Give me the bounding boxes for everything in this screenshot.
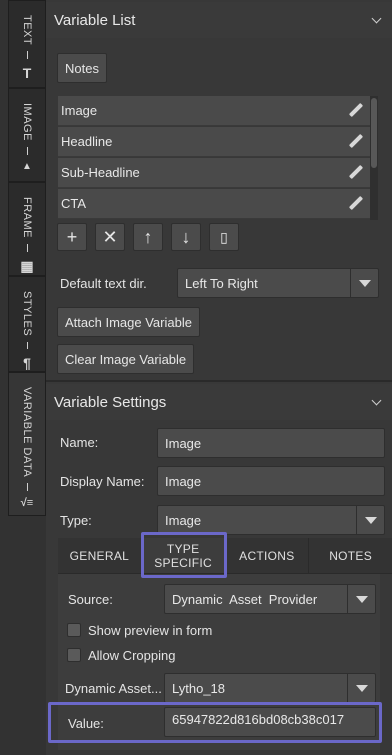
list-item[interactable]: CTA [58,189,370,219]
tab-notes[interactable]: NOTES [309,538,392,573]
dynamic-asset-select[interactable]: Lytho_18 [164,673,376,703]
frame-grid-icon: ▦ [20,258,34,274]
chevron-down-icon[interactable] [350,269,378,297]
variable-settings-header[interactable]: Variable Settings [46,384,392,420]
tab-frame[interactable]: FRAME ▦ [8,182,46,276]
type-label: Type: [60,513,92,528]
variable-list: Image Headline Sub-Headline CTA [58,96,370,220]
list-scrollbar[interactable] [370,96,378,220]
clear-image-variable-button[interactable]: Clear Image Variable [57,344,195,374]
list-item[interactable]: Image [58,96,370,126]
allow-cropping-checkbox[interactable] [67,648,81,662]
add-icon[interactable]: + [57,223,87,251]
text-icon: T [22,65,32,82]
vertical-tab-strip: TEXT T IMAGE ▲ FRAME ▦ STYLES ¶ VARIABLE… [8,0,46,755]
source-label: Source: [68,592,113,607]
delete-icon[interactable]: ✕ [95,223,125,251]
attach-image-variable-button[interactable]: Attach Image Variable [57,307,200,337]
value-field[interactable]: 65947822d816bd08cb38c017 [164,707,376,737]
tab-text[interactable]: TEXT T [8,0,46,88]
tab-type-specific[interactable]: TYPE SPECIFIC [141,538,226,573]
dynamic-asset-label: Dynamic Asset... [65,681,162,696]
tab-styles-label: STYLES [21,291,33,337]
show-preview-label: Show preview in form [88,623,213,638]
tab-image[interactable]: IMAGE ▲ [8,88,46,182]
source-select[interactable]: Dynamic Asset Provider [164,584,376,614]
pencil-icon[interactable] [348,134,364,150]
tab-text-label: TEXT [21,15,33,46]
show-preview-checkbox[interactable] [67,623,81,637]
tab-variable-data-label: VARIABLE DATA [21,387,33,478]
notes-button[interactable]: Notes [57,53,107,83]
move-down-icon[interactable]: ↓ [171,223,201,251]
image-icon: ▲ [22,160,32,172]
chevron-down-icon[interactable] [372,15,382,25]
tab-image-label: IMAGE [21,103,33,141]
default-text-dir-select[interactable]: Left To Right [177,268,379,298]
allow-cropping-label: Allow Cropping [88,648,176,663]
display-name-field[interactable]: Image [157,466,385,496]
settings-tabs: GENERAL TYPE SPECIFIC ACTIONS NOTES [58,538,392,574]
variable-list-header[interactable]: Variable List [46,2,392,38]
tab-styles[interactable]: STYLES ¶ [8,276,46,372]
tab-actions[interactable]: ACTIONS [226,538,310,573]
type-select[interactable]: Image [157,505,385,535]
move-up-icon[interactable]: ↑ [133,223,163,251]
chevron-down-icon[interactable] [356,506,384,534]
chevron-down-icon[interactable] [372,397,382,407]
list-item[interactable]: Headline [58,127,370,157]
pencil-icon[interactable] [348,196,364,212]
name-label: Name: [60,435,99,450]
chevron-down-icon[interactable] [347,585,375,613]
chevron-down-icon[interactable] [347,674,375,702]
main-panel: Variable List Notes Image Headline Sub-H… [46,0,392,755]
tab-general[interactable]: GENERAL [58,538,142,573]
copy-icon[interactable]: ▯ [209,223,239,251]
list-item[interactable]: Sub-Headline [58,158,370,188]
name-field[interactable]: Image [157,428,385,458]
value-label: Value: [68,716,104,731]
variable-list-title: Variable List [54,11,136,29]
pencil-icon[interactable] [348,165,364,181]
tab-frame-label: FRAME [21,197,33,238]
pilcrow-icon: ¶ [23,355,31,371]
variable-data-icon: √≡ [20,497,34,510]
pencil-icon[interactable] [348,103,364,119]
tab-variable-data[interactable]: VARIABLE DATA √≡ [8,372,46,516]
variable-settings-title: Variable Settings [54,393,167,411]
default-text-dir-label: Default text dir. [60,276,147,291]
display-name-label: Display Name: [60,474,145,489]
